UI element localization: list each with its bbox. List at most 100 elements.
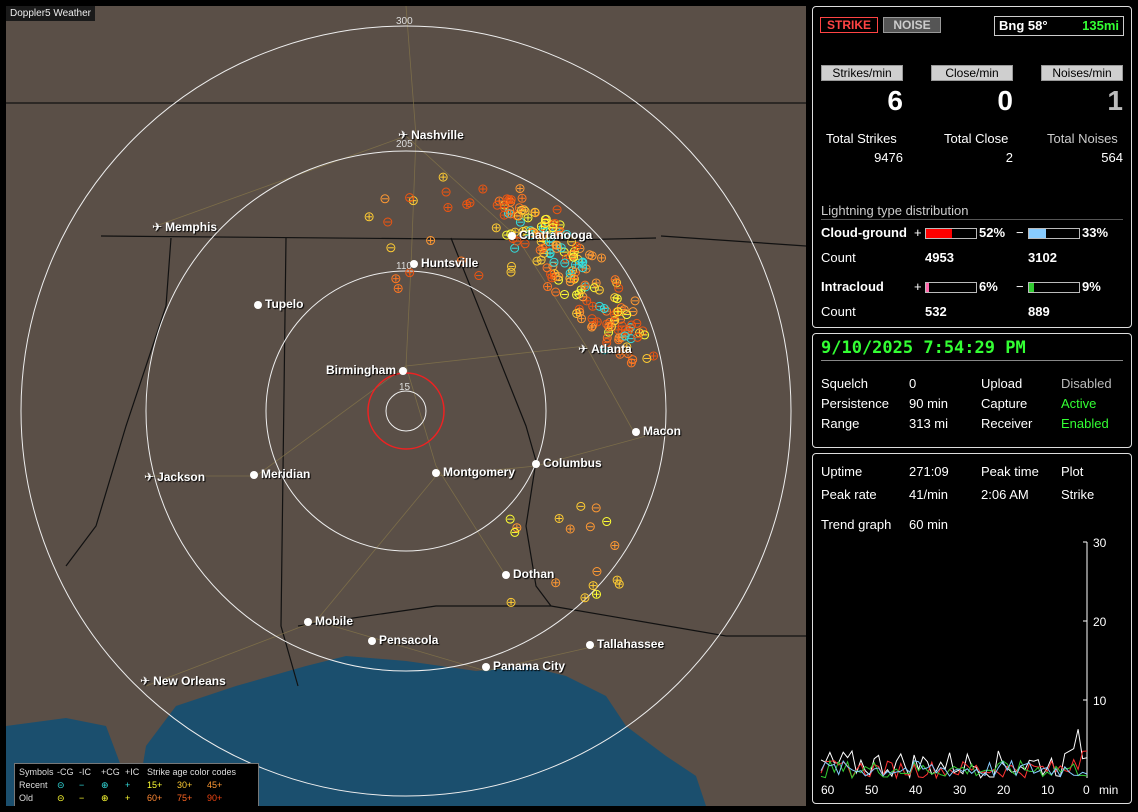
upload-value[interactable]: Disabled xyxy=(1061,376,1112,391)
city-birmingham: Birmingham xyxy=(326,363,410,377)
x-tick-50: 50 xyxy=(865,783,879,797)
legend-symbols-label: Symbols xyxy=(19,767,54,777)
datetime-display: 9/10/2025 7:54:29 PM xyxy=(821,338,1026,358)
ic-negative-pct: 9% xyxy=(1082,279,1101,294)
x-tick-20: 20 xyxy=(997,783,1011,797)
range-label: Range xyxy=(821,416,860,431)
x-tick-10: 10 xyxy=(1041,783,1055,797)
legend-pos-ic: +IC xyxy=(125,767,140,777)
legend-neg-cg: -CG xyxy=(57,767,74,777)
strike-marker xyxy=(393,283,403,293)
cg-minus-sign: − xyxy=(1016,225,1024,240)
age-45: 45+ xyxy=(207,780,223,790)
symbol-old-neg-cg-icon: ⊝ xyxy=(57,793,65,803)
strike-marker xyxy=(572,241,582,251)
strike-marker xyxy=(587,322,597,332)
strike-marker xyxy=(438,172,448,182)
plot-value[interactable]: Strike xyxy=(1061,487,1094,502)
city-name: Mobile xyxy=(315,614,353,628)
city-tupelo: Tupelo xyxy=(254,297,303,311)
capture-value[interactable]: Active xyxy=(1061,396,1096,411)
city-name: Dothan xyxy=(513,567,555,581)
close-per-min-label: Close/min xyxy=(931,65,1013,81)
city-name: Pensacola xyxy=(379,633,439,647)
total-strikes-label: Total Strikes xyxy=(826,131,897,146)
city-name: Atlanta xyxy=(591,342,632,356)
persistence-label: Persistence xyxy=(821,396,889,411)
strike-marker xyxy=(506,597,516,607)
cg-plus-sign: + xyxy=(914,225,922,240)
city-name: Columbus xyxy=(543,456,602,470)
dot-icon xyxy=(399,367,408,375)
strike-stats-panel: STRIKE NOISE Bng 58° 135mi Strikes/min C… xyxy=(812,6,1132,328)
dot-icon xyxy=(586,641,594,649)
ic-count-label: Count xyxy=(821,304,856,319)
legend-age-title: Strike age color codes xyxy=(147,767,237,777)
peak-time-value: 2:06 AM xyxy=(981,487,1029,502)
age-15: 15+ xyxy=(147,780,163,790)
ic-positive-bar xyxy=(925,282,977,293)
strike-marker xyxy=(572,308,582,318)
strike-marker xyxy=(614,579,624,589)
ic-positive-count: 532 xyxy=(925,304,947,319)
city-montgomery: Montgomery xyxy=(432,465,515,479)
cg-positive-bar xyxy=(925,228,977,239)
total-noises-value: 564 xyxy=(1101,150,1123,165)
total-noises-label: Total Noises xyxy=(1047,131,1118,146)
y-tick-30: 30 xyxy=(1093,536,1107,550)
ic-minus-sign: − xyxy=(1016,279,1024,294)
strike-marker xyxy=(626,358,636,368)
city-memphis: ✈ Memphis xyxy=(152,220,217,234)
ring-label-300: 300 xyxy=(396,16,413,27)
plane-icon: ✈ xyxy=(144,470,155,484)
close-per-min-value: 0 xyxy=(997,85,1013,116)
city-name: New Orleans xyxy=(153,674,226,688)
ic-positive-pct: 6% xyxy=(979,279,998,294)
city-macon: Macon xyxy=(632,424,681,438)
strike-marker xyxy=(592,589,602,599)
age-90: 90+ xyxy=(207,793,223,803)
symbol-pos-cg-icon: ⊕ xyxy=(101,780,109,790)
city-name: Huntsville xyxy=(421,256,479,270)
strike-marker xyxy=(554,513,564,523)
cg-count-label: Count xyxy=(821,250,856,265)
noise-button[interactable]: NOISE xyxy=(883,17,941,33)
strike-marker xyxy=(565,524,575,534)
strike-button[interactable]: STRIKE xyxy=(820,17,878,33)
city-name: Macon xyxy=(643,424,682,438)
strike-marker xyxy=(547,273,557,283)
trend-value[interactable]: 60 min xyxy=(909,517,948,532)
total-strikes-value: 9476 xyxy=(874,150,903,165)
city-nashville: ✈ Nashville xyxy=(398,128,464,142)
city-meridian: Meridian xyxy=(250,467,310,481)
city-name: Meridian xyxy=(261,467,311,481)
peak-rate-label: Peak rate xyxy=(821,487,877,502)
map-canvas xyxy=(6,6,806,806)
strike-marker xyxy=(530,207,540,217)
ic-negative-bar xyxy=(1028,282,1080,293)
radar-map[interactable]: Doppler5 Weather 300 205 110 15 ✈ Nashvil… xyxy=(6,6,806,806)
city-name: Birmingham xyxy=(326,363,397,377)
strike-marker xyxy=(580,280,590,290)
city-name: Panama City xyxy=(493,659,566,673)
city-jackson: ✈ Jackson xyxy=(144,470,205,484)
x-tick-0: 0 xyxy=(1083,783,1090,797)
strike-marker xyxy=(580,593,590,603)
distribution-title: Lightning type distribution xyxy=(821,203,969,218)
strike-marker xyxy=(610,275,620,285)
strike-marker xyxy=(512,523,522,533)
x-tick-60: 60 xyxy=(821,783,835,797)
noises-per-min-label: Noises/min xyxy=(1041,65,1123,81)
trend-series-line xyxy=(820,750,1088,780)
total-close-value: 2 xyxy=(1005,150,1013,165)
trend-label: Trend graph xyxy=(821,517,892,532)
range-value: 313 mi xyxy=(909,416,949,431)
dot-icon xyxy=(432,469,440,477)
distance-value: 135mi xyxy=(1082,18,1119,33)
intracloud-label: Intracloud xyxy=(821,279,884,294)
receiver-value[interactable]: Enabled xyxy=(1061,416,1109,431)
bearing-box: Bng 58° 135mi xyxy=(994,16,1124,36)
city-huntsville: Huntsville xyxy=(410,256,478,270)
status-panel: 9/10/2025 7:54:29 PM Squelch 0 Persisten… xyxy=(812,333,1132,448)
trend-graph: 30 20 10 60 50 40 30 20 10 0 min xyxy=(820,536,1118,797)
